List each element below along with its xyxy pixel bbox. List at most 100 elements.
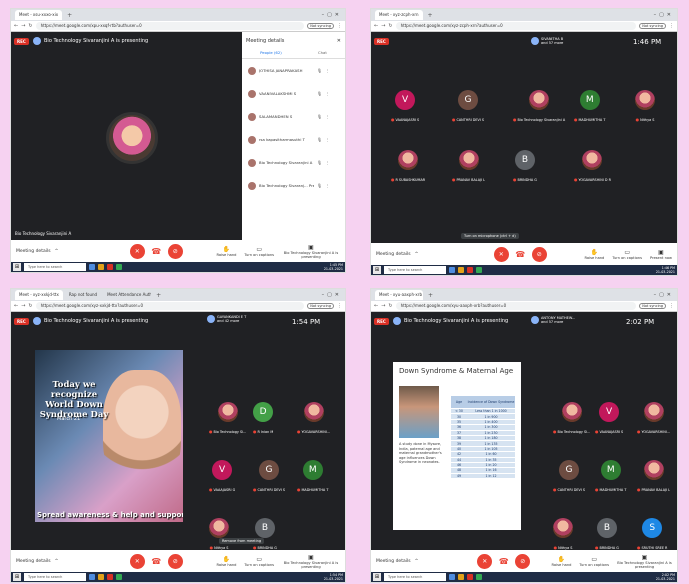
more-options-icon[interactable]: ⋮ <box>325 68 329 73</box>
camera-off-icon[interactable]: ⊘ <box>167 553 183 569</box>
raise-hand-button[interactable]: ✋ Raise hand <box>217 246 237 257</box>
camera-off-icon[interactable]: ⊘ <box>515 553 531 569</box>
more-options-icon[interactable]: ⋮ <box>325 114 329 119</box>
new-tab-icon[interactable]: + <box>64 12 75 19</box>
raise-hand-button[interactable]: ✋ Raise hand <box>217 556 237 567</box>
app-icon[interactable] <box>98 574 104 580</box>
participant-tile[interactable]: M ● MADHUMITHA T <box>574 90 605 122</box>
app-icon[interactable] <box>89 574 95 580</box>
more-options-icon[interactable]: ⋮ <box>325 137 329 142</box>
start-icon[interactable]: ⊞ <box>373 573 381 581</box>
app-icon[interactable] <box>476 267 482 273</box>
window-controls[interactable]: –▢✕ <box>322 12 345 18</box>
participant-row[interactable]: JOTHISA JANAPRAKASH 🎙 ⋮ <box>242 59 345 82</box>
back-icon[interactable]: ← <box>374 303 378 309</box>
more-options-icon[interactable]: ⋮ <box>325 183 329 188</box>
forward-icon[interactable]: → <box>21 303 25 309</box>
participant-tile[interactable]: V ● VAANAJASRI S <box>391 90 419 122</box>
reload-icon[interactable]: ↻ <box>28 23 32 29</box>
participant-tile[interactable]: M ● MADHUMITHA T <box>297 460 328 492</box>
participant-tile[interactable]: ● R SUBASHKUMAR <box>391 150 425 182</box>
participant-row[interactable]: Bio Technology Sivaranjini A 🎙 ⋮ <box>242 151 345 174</box>
new-tab-icon[interactable]: + <box>425 12 436 19</box>
mic-off-icon[interactable]: ✕ <box>129 243 145 259</box>
window-controls[interactable]: –▢✕ <box>654 292 677 298</box>
more-options-icon[interactable]: ⋮ <box>325 91 329 96</box>
mic-off-icon[interactable]: ✕ <box>129 553 145 569</box>
participant-tile[interactable]: ● Nithya S <box>209 518 229 550</box>
participant-tile[interactable]: ● Bio Technology Si... <box>209 402 246 434</box>
reload-icon[interactable]: ↻ <box>28 303 32 309</box>
window-controls[interactable]: –▢✕ <box>322 292 345 298</box>
browser-tab[interactable]: Meet Attendance Authorize <box>103 290 151 300</box>
participant-tile[interactable]: V ● VAAAJASRI G <box>209 460 235 492</box>
participant-tile[interactable]: ● PRANAV BALAJI L <box>637 460 670 492</box>
app-icon[interactable] <box>107 264 113 270</box>
participant-tile[interactable]: ● YOGAVARSHINI D R <box>574 150 611 182</box>
participant-tile[interactable]: D ● R Inian M <box>253 402 273 434</box>
taskbar-search[interactable]: Type here to search <box>384 573 446 581</box>
participant-row[interactable]: rsa kapasitharmasuthi T 🎙 ⋮ <box>242 128 345 151</box>
system-tray-clock[interactable]: 1:46 PM 21-03-2021 <box>656 266 677 274</box>
forward-icon[interactable]: → <box>21 23 25 29</box>
back-icon[interactable]: ← <box>14 303 18 309</box>
participant-row[interactable]: Bio Technology Sivaranj... Presentation🎙… <box>242 174 345 197</box>
forward-icon[interactable]: → <box>381 23 385 29</box>
participant-tile[interactable]: G ● CANTHRI DEVI S <box>452 90 484 122</box>
participant-tile[interactable]: B ● BRINDHA G <box>513 150 537 182</box>
browser-tab[interactable]: Rap not found <box>65 290 101 300</box>
url-field[interactable]: https://meet.google.com/xyu-aaxph-xrb?au… <box>395 302 637 310</box>
back-icon[interactable]: ← <box>374 23 378 29</box>
taskbar-search[interactable]: Type here to search <box>24 263 86 271</box>
participant-tile[interactable]: V ● VAANAJASRI S <box>595 402 623 434</box>
presenting-button[interactable]: ▣ Bio Technology Sivaranjini A is present… <box>282 244 340 259</box>
captions-button[interactable]: ▭ Turn on captions <box>244 246 274 257</box>
app-icon[interactable] <box>116 574 122 580</box>
not-syncing-button[interactable]: Not syncing <box>307 23 334 29</box>
mic-off-icon[interactable]: ✕ <box>493 246 509 262</box>
meeting-details-button[interactable]: Meeting details ^ <box>16 559 96 564</box>
url-field[interactable]: https://meet.google.com/xpu-xxqf-rtb?aut… <box>35 22 305 30</box>
participant-tile[interactable]: G ● CANTHRI DEVI S <box>253 460 285 492</box>
tab-chat[interactable]: Chat <box>318 50 327 55</box>
start-icon[interactable]: ⊞ <box>13 263 21 271</box>
app-icon[interactable] <box>476 574 482 580</box>
start-icon[interactable]: ⊞ <box>373 266 381 274</box>
system-tray-clock[interactable]: 2:02 PM 21-03-2021 <box>656 573 677 581</box>
not-syncing-button[interactable]: Not syncing <box>639 303 666 309</box>
end-call-icon[interactable]: ☎ <box>513 247 528 262</box>
start-icon[interactable]: ⊞ <box>13 573 21 581</box>
new-tab-icon[interactable]: + <box>425 292 436 299</box>
participant-tile[interactable]: G ● CANTHRI DEVI S <box>553 460 585 492</box>
captions-button[interactable]: ▭ Turn on captions <box>612 249 642 260</box>
app-icon[interactable] <box>449 574 455 580</box>
participant-tile[interactable]: ● Nithya S <box>635 90 655 122</box>
taskbar-search[interactable]: Type here to search <box>384 266 446 274</box>
participant-row[interactable]: SALAMANDHEN S 🎙 ⋮ <box>242 105 345 128</box>
reload-icon[interactable]: ↻ <box>388 23 392 29</box>
browser-tab[interactable]: Meet - xyz-xxkjd-ttx <box>15 290 63 300</box>
reload-icon[interactable]: ↻ <box>388 303 392 309</box>
camera-off-icon[interactable]: ⊘ <box>167 243 183 259</box>
not-syncing-button[interactable]: Not syncing <box>639 23 666 29</box>
more-menu-icon[interactable]: ⋮ <box>669 23 674 29</box>
participant-tile[interactable]: ● Bio Technology Si... <box>553 402 590 434</box>
system-tray-clock[interactable]: 1:54 PM 21-03-2021 <box>324 573 345 581</box>
app-icon[interactable] <box>98 264 104 270</box>
tab-people[interactable]: People (62) <box>260 50 282 55</box>
app-icon[interactable] <box>107 574 113 580</box>
participant-tile[interactable]: ● Nithya S <box>553 518 573 550</box>
participant-tile[interactable]: B ● BRINDHA G <box>595 518 619 550</box>
close-icon[interactable]: ✕ <box>337 38 341 44</box>
forward-icon[interactable]: → <box>381 303 385 309</box>
more-menu-icon[interactable]: ⋮ <box>337 23 342 29</box>
url-field[interactable]: https://meet.google.com/xyz-xxkjd-ttx?au… <box>35 302 305 310</box>
participant-tile[interactable]: ● Bio Technology Sivaranjini A <box>513 90 565 122</box>
participant-tile[interactable]: ● PRANAV BALAJI L <box>452 150 485 182</box>
raise-hand-button[interactable]: ✋ Raise hand <box>552 556 572 567</box>
app-icon[interactable] <box>467 267 473 273</box>
participant-tile[interactable]: ● YOGAVARSHINI... <box>297 402 330 434</box>
end-call-icon[interactable]: ☎ <box>149 244 164 259</box>
presenting-button[interactable]: ▣ Bio Technology Sivaranjini A is present… <box>617 554 672 569</box>
participant-tile[interactable]: ● YOGAVARSHINI... <box>637 402 670 434</box>
